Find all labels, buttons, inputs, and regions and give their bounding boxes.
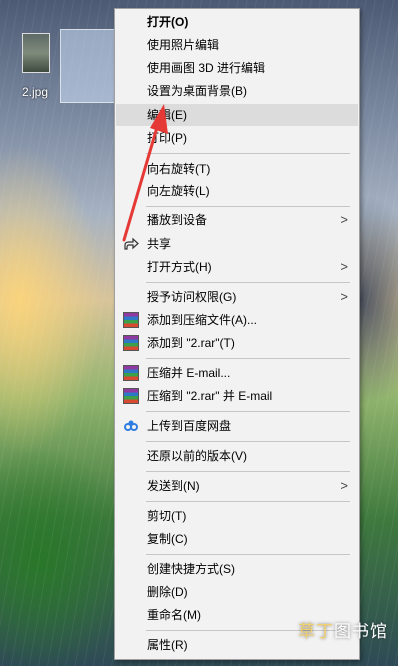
annotation-arrow bbox=[122, 104, 168, 242]
watermark: 草丁图书馆 bbox=[298, 617, 388, 642]
watermark-part-2: 图书馆 bbox=[334, 622, 388, 641]
watermark-part-1: 草丁 bbox=[298, 622, 334, 641]
